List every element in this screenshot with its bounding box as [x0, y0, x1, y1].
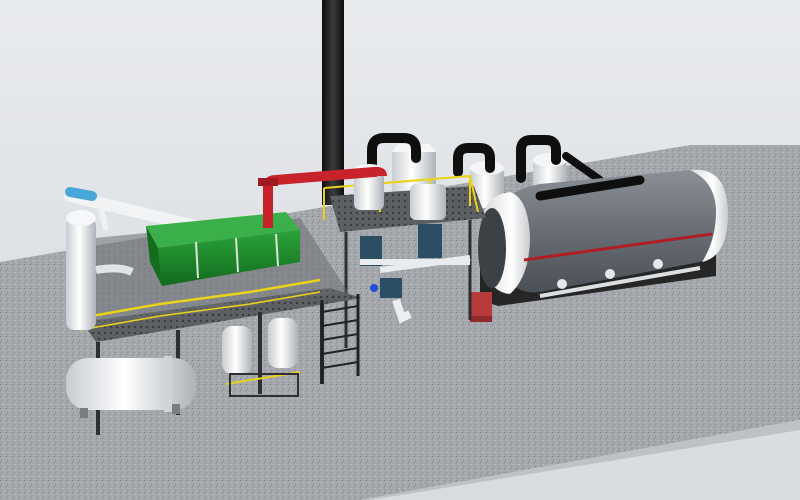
vertical-vessel-mid — [410, 184, 446, 220]
blue-valve — [370, 284, 378, 292]
reactor-door — [478, 208, 506, 288]
small-vertical-tank-2 — [268, 318, 298, 368]
red-pipe-flange — [258, 178, 278, 186]
pyrolysis-plant-scene — [0, 0, 800, 500]
horizontal-oil-tank — [66, 356, 196, 418]
small-vertical-tank-1 — [222, 326, 252, 374]
reactor-port-2 — [605, 269, 615, 279]
burner-base — [470, 316, 492, 322]
reactor-port-3 — [653, 259, 663, 269]
burner-unit — [470, 292, 492, 320]
reactor-port-1 — [557, 279, 567, 289]
